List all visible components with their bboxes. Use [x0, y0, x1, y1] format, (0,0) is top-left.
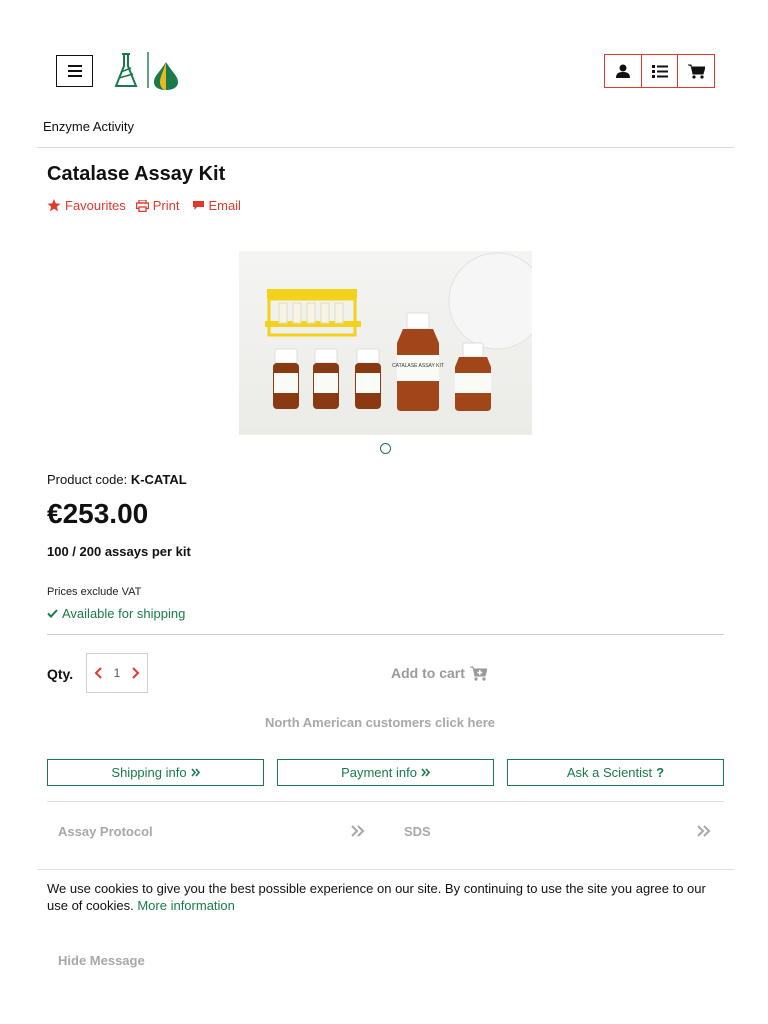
qty-decrease-button[interactable] [91, 666, 105, 680]
favourites-label: Favourites [65, 198, 126, 213]
comment-icon [193, 200, 205, 210]
divider [37, 869, 734, 870]
more-information-link[interactable]: More information [137, 898, 235, 913]
print-label: Print [152, 198, 180, 213]
printer-icon [135, 199, 149, 212]
add-to-cart-label: Add to cart [391, 665, 465, 681]
megazyme-flask-leaf-logo [114, 52, 178, 90]
payment-info-label: Payment info [341, 765, 417, 780]
double-chevron-right-icon [190, 768, 200, 777]
shipping-info-label: Shipping info [111, 765, 187, 780]
shopping-cart-icon [687, 64, 705, 79]
brand-logo[interactable] [112, 50, 182, 92]
hamburger-menu-icon [67, 65, 82, 77]
email-label: Email [208, 198, 241, 213]
double-chevron-right-icon [351, 825, 365, 837]
bottle-label: CATALASE ASSAY KIT [392, 363, 444, 369]
print-link[interactable]: Print [135, 198, 180, 213]
assays-per-kit: 100 / 200 assays per kit [47, 544, 191, 559]
question-mark-icon: ? [656, 765, 665, 780]
hide-message-button[interactable]: Hide Message [58, 953, 145, 968]
chevron-left-icon [94, 667, 102, 679]
product-photo: CATALASE ASSAY KIT [265, 252, 532, 411]
email-link[interactable]: Email [193, 198, 241, 213]
menu-button[interactable] [56, 55, 93, 87]
product-image[interactable]: CATALASE ASSAY KIT [239, 251, 532, 435]
carousel-dot[interactable] [380, 443, 391, 454]
chevron-right-icon [132, 667, 140, 679]
divider [47, 801, 724, 802]
double-chevron-right-icon [421, 768, 430, 777]
divider [47, 634, 724, 635]
payment-info-button[interactable]: Payment info [277, 759, 494, 786]
north-american-customers-link[interactable]: North American customers click here [265, 715, 495, 730]
favourites-link[interactable]: Favourites [47, 198, 126, 213]
quantity-stepper: 1 [86, 653, 148, 693]
list-button[interactable] [642, 55, 679, 87]
product-code: Product code: K-CATAL [47, 472, 187, 487]
page-title: Catalase Assay Kit [47, 163, 226, 185]
check-icon [47, 609, 58, 618]
double-chevron-right-icon [697, 825, 711, 837]
product-price: €253.00 [47, 498, 149, 529]
divider [37, 147, 734, 148]
assay-protocol-expand[interactable] [351, 824, 365, 843]
add-to-cart-button[interactable]: Add to cart [391, 665, 487, 681]
list-icon [651, 64, 668, 78]
cart-plus-icon [469, 666, 487, 681]
product-code-value: K-CATAL [130, 472, 187, 487]
sds-expand[interactable] [697, 824, 711, 843]
user-icon [615, 64, 630, 78]
availability: Available for shipping [47, 606, 185, 621]
header-icon-group [604, 54, 715, 88]
cookie-notice: We use cookies to give you the best poss… [47, 880, 727, 914]
product-actions: Favourites Print Email [47, 198, 241, 213]
star-icon [47, 199, 61, 212]
qty-increase-button[interactable] [129, 666, 143, 680]
product-code-label: Product code: [47, 472, 131, 487]
qty-label: Qty. [47, 666, 74, 682]
assay-protocol-link[interactable]: Assay Protocol [58, 824, 153, 839]
breadcrumb[interactable]: Enzyme Activity [43, 119, 134, 134]
cart-button[interactable] [678, 55, 714, 87]
qty-value[interactable]: 1 [114, 666, 121, 680]
ask-a-scientist-label: Ask a Scientist [566, 765, 653, 780]
vat-note: Prices exclude VAT [47, 586, 142, 598]
ask-a-scientist-button[interactable]: Ask a Scientist ? [507, 759, 724, 786]
shipping-info-button[interactable]: Shipping info [47, 759, 264, 786]
sds-link[interactable]: SDS [404, 824, 431, 839]
account-button[interactable] [605, 55, 642, 87]
availability-text: Available for shipping [62, 606, 186, 621]
